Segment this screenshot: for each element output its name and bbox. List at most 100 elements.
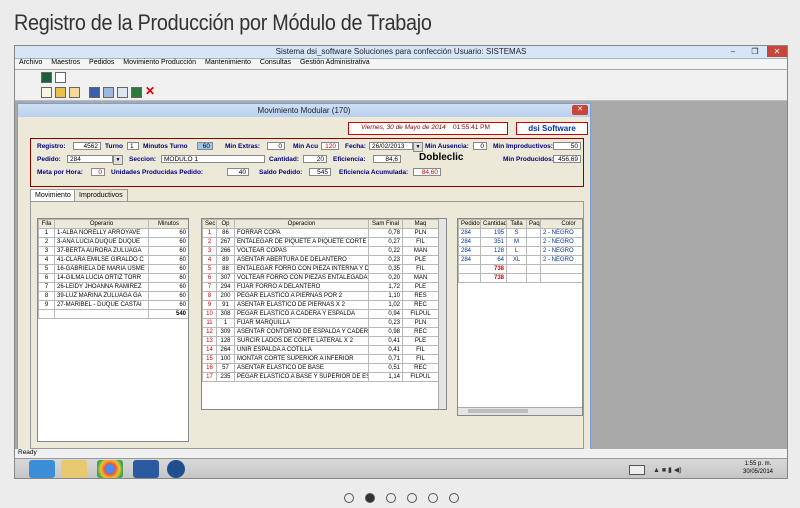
tab-movimiento[interactable]: Movimiento	[30, 189, 76, 201]
operation-sam[interactable]: 0,78	[368, 228, 403, 238]
col-sec[interactable]: Sec	[202, 219, 217, 229]
table-row[interactable]: 16 57 ASENTAR ELASTICO DE BASE 0,51 REC	[202, 363, 439, 373]
operation-sec[interactable]: 16	[202, 363, 217, 373]
table-row[interactable]: 3 37-BERTA AURORA ZULUAGA 60	[38, 246, 188, 256]
table-row[interactable]: 11 1 FIJAR MARQUILLA 0,23 PLN	[202, 318, 439, 328]
operation-maq[interactable]: PLN	[402, 318, 439, 328]
operation-name[interactable]: UNIR ESPALDA A COTILLA	[234, 345, 369, 355]
save-icon[interactable]	[89, 87, 100, 98]
operations-scrollbar[interactable]	[438, 219, 446, 409]
operation-sec[interactable]: 7	[202, 282, 217, 292]
col-paq[interactable]: Paq	[526, 219, 541, 229]
operation-op[interactable]: 100	[216, 354, 235, 364]
file-explorer-icon[interactable]	[61, 460, 87, 478]
operation-sam[interactable]: 0,41	[368, 345, 403, 355]
operation-sam[interactable]: 1,14	[368, 372, 403, 382]
operation-op[interactable]: 309	[216, 327, 235, 337]
operation-name[interactable]: ASENTAR ELASTICO DE BASE	[234, 363, 369, 373]
operation-op[interactable]: 267	[216, 237, 235, 247]
operator-name[interactable]: 16-GABRIELA DE MARIA USME	[54, 264, 149, 274]
operation-maq[interactable]: REC	[402, 300, 439, 310]
carousel-dot[interactable]	[365, 493, 375, 503]
col-minutos[interactable]: Minutos	[148, 219, 188, 229]
operation-maq[interactable]: PLN	[402, 228, 439, 238]
table-row[interactable]: 7 26-LEIDY JHOANNA RAMIREZ 60	[38, 282, 188, 292]
operator-minutes[interactable]: 60	[148, 228, 188, 238]
operator-name[interactable]: 26-LEIDY JHOANNA RAMIREZ	[54, 282, 149, 292]
child-close-button[interactable]: ✕	[572, 105, 588, 115]
operator-fila[interactable]: 1	[38, 228, 55, 238]
operation-name[interactable]: PEGAR ELASTICO A PIERNAS POR 2	[234, 291, 369, 301]
operation-sam[interactable]: 0,98	[368, 327, 403, 337]
operation-sec[interactable]: 10	[202, 309, 217, 319]
eficiencia-acu-field[interactable]: 84,60	[413, 168, 441, 176]
operation-maq[interactable]: REC	[402, 327, 439, 337]
registro-field[interactable]: 4562	[73, 142, 101, 150]
operator-fila[interactable]: 2	[38, 237, 55, 247]
operation-name[interactable]: VOLTEAR COPAS	[234, 246, 369, 256]
operation-sec[interactable]: 11	[202, 318, 217, 328]
table-row[interactable]: 2 3-ANA LUCIA DUQUE DUQUE 60	[38, 237, 188, 247]
operator-minutes[interactable]: 60	[148, 264, 188, 274]
operation-name[interactable]: PEGAR ELASTICO A CADERA Y ESPALDA	[234, 309, 369, 319]
table-row[interactable]: 2 267 ENTALEGAR DE PIQUETE A PIQUETE CORTE…	[202, 237, 439, 247]
operation-op[interactable]: 88	[216, 264, 235, 274]
fecha-field[interactable]: 26/02/2013	[369, 142, 413, 150]
table-row[interactable]: 10 308 PEGAR ELASTICO A CADERA Y ESPALDA 0,…	[202, 309, 439, 319]
menu-consultas[interactable]: Consultas	[260, 59, 291, 66]
operator-fila[interactable]: 8	[38, 291, 55, 301]
order-pedido[interactable]: 284	[458, 246, 481, 256]
table-row[interactable]: 15 100 MONTAR CORTE SUPERIOR A INFERIOR 0,7…	[202, 354, 439, 364]
operator-minutes[interactable]: 60	[148, 273, 188, 283]
calendar-dropdown-icon[interactable]: ▼	[413, 142, 423, 152]
col-fila[interactable]: Fila	[38, 219, 55, 229]
operation-sec[interactable]: 2	[202, 237, 217, 247]
operation-sec[interactable]: 8	[202, 291, 217, 301]
operation-op[interactable]: 1	[216, 318, 235, 328]
orders-scroll-thumb[interactable]	[468, 409, 528, 413]
close-button[interactable]: ✕	[767, 46, 787, 57]
table-row[interactable]: 8 200 PEGAR ELASTICO A PIERNAS POR 2 1,10 RE…	[202, 291, 439, 301]
table-row[interactable]: 9 27-MARIBEL - DUQUE CASTAI 60	[38, 300, 188, 310]
order-color[interactable]: 2 - NEGRO	[540, 246, 582, 256]
order-cantidad[interactable]: 195	[480, 228, 507, 238]
col-operacion[interactable]: Operacion	[234, 219, 369, 229]
unidades-field[interactable]: 40	[227, 168, 249, 176]
menu-movimiento-produccion[interactable]: Movimiento Producción	[123, 59, 196, 66]
operation-sec[interactable]: 13	[202, 336, 217, 346]
operation-name[interactable]: VOLTEAR FORRO CON PIEZAS ENTALEGADAS	[234, 273, 369, 283]
operation-name[interactable]: ASENTAR ABERTURA DE DELANTERO	[234, 255, 369, 265]
operator-name[interactable]: 14-GILMA LUCIA ORTIZ TORR	[54, 273, 149, 283]
operator-fila[interactable]: 9	[38, 300, 55, 310]
operation-op[interactable]: 235	[216, 372, 235, 382]
order-cantidad[interactable]: 128	[480, 246, 507, 256]
min-improductivos-field[interactable]: 50	[553, 142, 581, 150]
table-row[interactable]: 3 266 VOLTEAR COPAS 0,22 MAN	[202, 246, 439, 256]
operation-op[interactable]: 308	[216, 309, 235, 319]
operation-maq[interactable]: FIL	[402, 345, 439, 355]
table-row[interactable]: 6 307 VOLTEAR FORRO CON PIEZAS ENTALEGADAS…	[202, 273, 439, 283]
table-row[interactable]: 8 39-LUZ MARINA ZULUAGA GA 60	[38, 291, 188, 301]
exit-door-icon[interactable]	[55, 72, 66, 83]
keyboard-icon[interactable]	[629, 465, 645, 475]
operation-maq[interactable]: PLE	[402, 336, 439, 346]
operation-sec[interactable]: 14	[202, 345, 217, 355]
menu-pedidos[interactable]: Pedidos	[89, 59, 114, 66]
min-extras-field[interactable]: 0	[267, 142, 285, 150]
col-op[interactable]: Op	[216, 219, 235, 229]
operator-name[interactable]: 41-CLARA EMILSE GIRALDO C	[54, 255, 149, 265]
preview-icon[interactable]	[117, 87, 128, 98]
maximize-button[interactable]: ❐	[745, 46, 765, 57]
order-pedido[interactable]: 284	[458, 255, 481, 265]
carousel-dot[interactable]	[407, 493, 417, 503]
operation-op[interactable]: 307	[216, 273, 235, 283]
menu-maestros[interactable]: Maestros	[51, 59, 80, 66]
tray-icons[interactable]: ▲ ■ ▮ ◀)	[653, 466, 682, 474]
min-producidos-field[interactable]: 456,69	[553, 155, 581, 163]
binoculars-icon[interactable]	[131, 87, 142, 98]
order-talla[interactable]: XL	[506, 255, 527, 265]
tab-improductivos[interactable]: Improductivos	[74, 189, 128, 201]
operation-maq[interactable]: FILPUL	[402, 309, 439, 319]
operation-op[interactable]: 91	[216, 300, 235, 310]
order-pedido[interactable]: 284	[458, 228, 481, 238]
